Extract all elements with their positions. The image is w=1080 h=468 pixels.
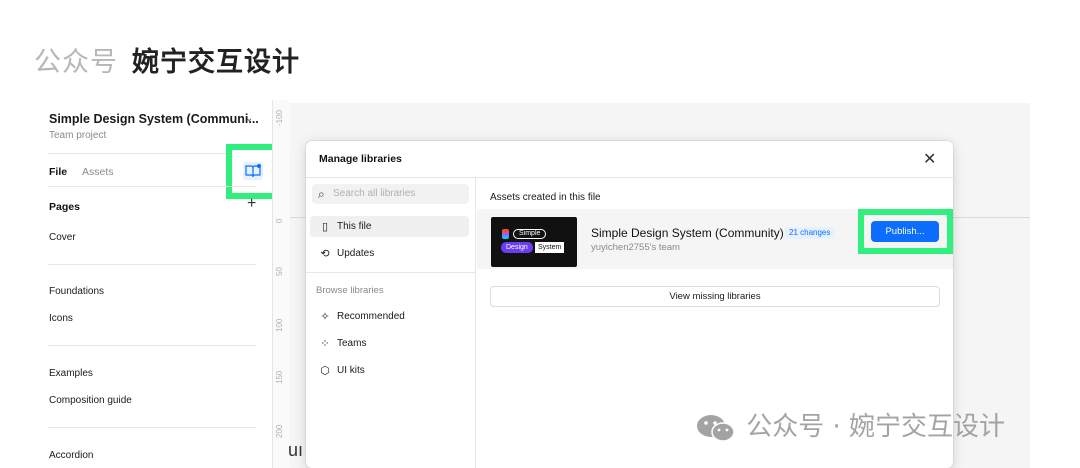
tab-file[interactable]: File [49, 166, 67, 178]
search-icon: ⌕ [318, 187, 325, 201]
nav-label: This file [337, 221, 372, 232]
watermark: 公众号 · 婉宁交互设计 [694, 406, 1005, 444]
book-icon [245, 164, 261, 178]
canvas-text: uı [288, 440, 304, 460]
book-icon: ▯ [321, 221, 329, 233]
changes-badge: 21 changes [785, 227, 835, 239]
header-banner: 公众号 婉宁交互设计 [34, 40, 300, 79]
divider [48, 186, 256, 187]
page-item-accordion[interactable]: Accordion [49, 450, 93, 461]
publish-button[interactable]: Publish... [871, 221, 939, 242]
left-sidebar: Simple Design System (Communi... ⌄ Team … [0, 100, 279, 468]
divider [306, 272, 476, 273]
modal-left-panel: ⌕ Search all libraries ▯ This file ⟲ Upd… [306, 178, 476, 468]
divider [48, 427, 256, 428]
close-icon[interactable]: ✕ [923, 149, 936, 169]
nav-this-file[interactable]: ▯ This file [310, 216, 469, 237]
nav-label: Updates [337, 248, 375, 259]
pages-label: Pages [49, 201, 80, 213]
lightbulb-icon: ✧ [320, 311, 330, 323]
search-placeholder: Search all libraries [333, 188, 416, 199]
page-item-cover[interactable]: Cover [49, 232, 76, 243]
divider [48, 345, 256, 346]
nav-teams[interactable]: ⁘ Teams [310, 333, 469, 354]
thumb-label: System [535, 242, 565, 253]
wechat-icon [697, 414, 735, 442]
divider [48, 264, 256, 265]
library-team: yuyichen2755's team [591, 242, 680, 253]
nav-ui-kits[interactable]: ⬡ UI kits [310, 360, 469, 381]
library-thumbnail: Simple Design System [491, 217, 577, 267]
publish-highlight: Publish... [858, 209, 953, 254]
banner-brand: 婉宁交互设计 [132, 47, 300, 78]
modal-title: Manage libraries [319, 153, 402, 165]
ruler-tick: 150 [275, 370, 284, 384]
banner-prefix: 公众号 [34, 47, 118, 78]
thumb-label: Design [501, 242, 533, 253]
nav-label: Teams [337, 338, 367, 349]
library-name: Simple Design System (Community) [591, 226, 784, 240]
plus-icon[interactable]: + [247, 195, 256, 213]
ruler-tick: 100 [275, 318, 284, 332]
tab-assets[interactable]: Assets [82, 166, 114, 178]
assets-label: Assets created in this file [490, 192, 601, 203]
libraries-button[interactable] [243, 162, 263, 180]
nav-updates[interactable]: ⟲ Updates [310, 243, 469, 264]
figma-logo-icon [502, 229, 509, 239]
project-title[interactable]: Simple Design System (Communi... [49, 112, 259, 126]
library-row[interactable]: Simple Design System Simple Design Syste… [477, 209, 953, 269]
page-item-composition-guide[interactable]: Composition guide [49, 395, 132, 406]
refresh-icon: ⟲ [320, 248, 330, 260]
page-item-icons[interactable]: Icons [49, 313, 73, 324]
nav-recommended[interactable]: ✧ Recommended [310, 306, 469, 327]
nav-label: UI kits [337, 365, 365, 376]
ruler-tick: 50 [275, 267, 284, 276]
project-subtitle: Team project [49, 130, 107, 141]
ruler-tick: 0 [275, 218, 284, 223]
divider [48, 153, 256, 154]
page-item-examples[interactable]: Examples [49, 368, 93, 379]
teams-icon: ⁘ [320, 338, 330, 350]
thumb-label: Simple [513, 229, 547, 239]
cube-icon: ⬡ [320, 365, 330, 377]
nav-label: Recommended [337, 311, 405, 322]
watermark-text: 公众号 · 婉宁交互设计 [746, 412, 1006, 442]
page-item-foundations[interactable]: Foundations [49, 286, 104, 297]
view-missing-libraries-button[interactable]: View missing libraries [490, 286, 940, 307]
browse-label: Browse libraries [316, 285, 384, 296]
ruler-tick: 200 [275, 424, 284, 438]
vertical-ruler: -100 0 50 100 150 200 [272, 100, 290, 468]
search-input[interactable]: ⌕ Search all libraries [312, 184, 469, 204]
chevron-down-icon[interactable]: ⌄ [245, 113, 253, 124]
page: 公众号 婉宁交互设计 Simple Design System (Communi.… [0, 0, 1080, 468]
ruler-tick: -100 [275, 109, 284, 126]
